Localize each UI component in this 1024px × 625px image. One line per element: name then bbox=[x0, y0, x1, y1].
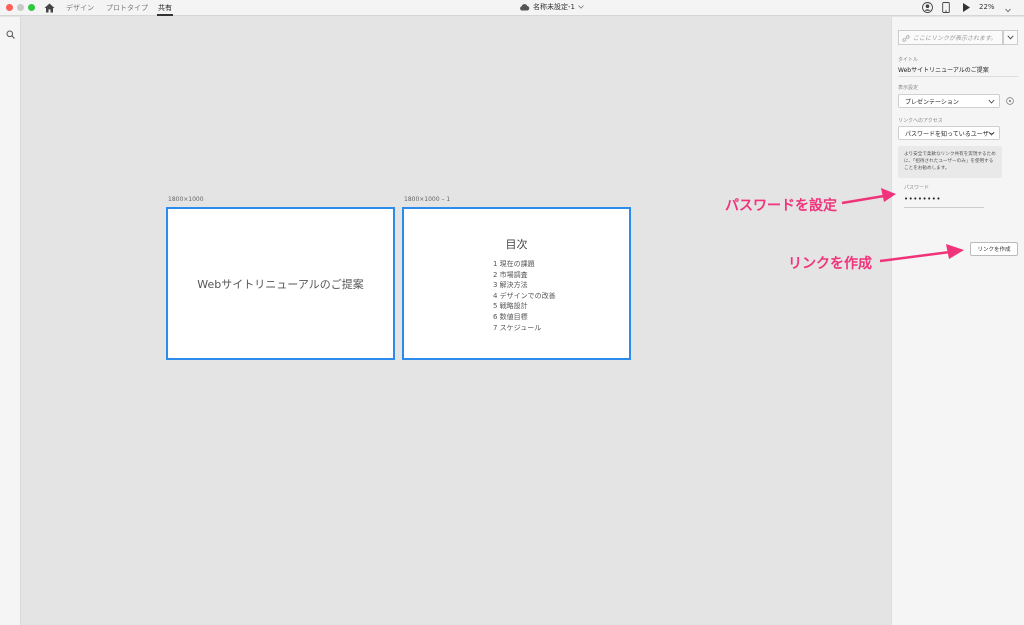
title-bar: デザイン プロトタイプ 共有 名称未設定-1 22% bbox=[0, 0, 1024, 16]
link-access-label: リンクへのアクセス bbox=[898, 118, 943, 124]
toc-item: 3 解決方法 bbox=[493, 281, 528, 290]
toc-item: 7 スケジュール bbox=[493, 323, 542, 332]
security-note: より安全で柔軟なリンク共有を実現するために、「招待されたユーザーのみ」を使用する… bbox=[898, 146, 1002, 178]
document-title[interactable]: 名称未設定-1 bbox=[519, 2, 584, 12]
artboard-toc[interactable]: 目次 1 現在の課題 2 市場調査 3 解決方法 4 デザインでの改善 5 戦略… bbox=[402, 207, 631, 360]
artboard-cover[interactable]: Webサイトリニューアルのご提案 bbox=[166, 207, 395, 360]
password-label: パスワード bbox=[904, 185, 930, 191]
title-value[interactable]: Webサイトリニューアルのご提案 bbox=[898, 65, 989, 74]
link-access-value: パスワードを知っているユーザー bbox=[905, 130, 995, 138]
password-input[interactable]: •••••••• bbox=[904, 195, 984, 208]
chevron-down-icon bbox=[578, 5, 584, 9]
divider bbox=[898, 76, 1018, 77]
annotation-create-link: リンクを作成 bbox=[788, 256, 872, 272]
zoom-chevron-icon[interactable] bbox=[1005, 5, 1011, 16]
title-label: タイトル bbox=[898, 57, 919, 63]
link-access-select[interactable]: パスワードを知っているユーザー bbox=[898, 126, 1000, 140]
artboard-label[interactable]: 1800×1000 – 1 bbox=[404, 196, 450, 203]
chevron-down-icon bbox=[988, 131, 995, 136]
home-icon[interactable] bbox=[44, 3, 55, 13]
toc-item: 2 市場調査 bbox=[493, 270, 528, 279]
tool-strip bbox=[0, 17, 21, 625]
play-icon[interactable] bbox=[962, 2, 971, 13]
zoom-level[interactable]: 22% bbox=[979, 3, 995, 11]
toc-item: 5 戦略設計 bbox=[493, 302, 528, 311]
toc-list: 1 現在の課題 2 市場調査 3 解決方法 4 デザインでの改善 5 戦略設計 … bbox=[493, 259, 556, 333]
toc-title: 目次 bbox=[505, 238, 528, 251]
search-icon[interactable] bbox=[6, 30, 15, 39]
chevron-down-icon bbox=[1007, 35, 1014, 40]
create-link-button[interactable]: リンクを作成 bbox=[970, 242, 1018, 256]
mobile-preview-icon[interactable] bbox=[942, 2, 950, 13]
tab-prototype[interactable]: プロトタイプ bbox=[106, 3, 148, 13]
maximize-window-button[interactable] bbox=[28, 4, 35, 11]
display-setting-value: プレゼンテーション bbox=[905, 98, 959, 106]
link-url-field[interactable]: ここにリンクが表示されます。 bbox=[898, 30, 1003, 45]
toc-item: 1 現在の課題 bbox=[493, 260, 535, 268]
tab-design[interactable]: デザイン bbox=[66, 3, 94, 13]
toc-item: 6 数値目標 bbox=[493, 312, 528, 321]
cloud-icon bbox=[520, 4, 530, 11]
display-setting-label: 表示設定 bbox=[898, 85, 919, 91]
annotation-set-password: パスワードを設定 bbox=[725, 198, 837, 214]
link-url-placeholder: ここにリンクが表示されます。 bbox=[913, 35, 997, 42]
artboard-cover-title: Webサイトリニューアルのご提案 bbox=[197, 278, 364, 291]
link-icon bbox=[902, 35, 910, 42]
document-title-text: 名称未設定-1 bbox=[533, 3, 575, 11]
info-icon[interactable] bbox=[1006, 97, 1014, 105]
display-setting-select[interactable]: プレゼンテーション bbox=[898, 94, 1000, 108]
arrow-to-password bbox=[841, 188, 896, 205]
active-tab-indicator bbox=[157, 14, 173, 16]
user-avatar-icon[interactable] bbox=[922, 2, 933, 13]
tab-share[interactable]: 共有 bbox=[158, 3, 172, 13]
link-options-button[interactable] bbox=[1003, 30, 1018, 45]
close-window-button[interactable] bbox=[6, 4, 13, 11]
artboard-label[interactable]: 1800×1000 bbox=[168, 196, 204, 203]
chevron-down-icon bbox=[988, 99, 995, 104]
toc-item: 4 デザインでの改善 bbox=[493, 291, 556, 300]
minimize-window-button[interactable] bbox=[17, 4, 24, 11]
share-panel bbox=[891, 17, 1024, 625]
